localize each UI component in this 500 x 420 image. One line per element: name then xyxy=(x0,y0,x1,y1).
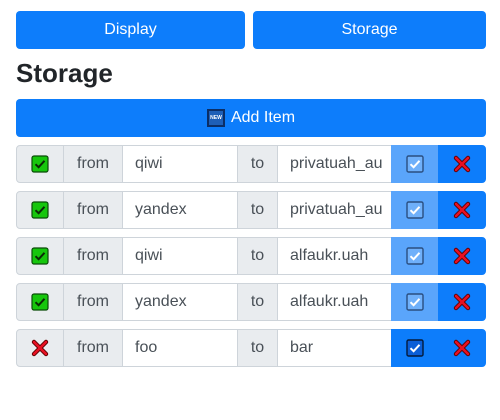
status-toggle[interactable] xyxy=(16,329,64,367)
to-field[interactable]: alfaukr.uah xyxy=(277,237,392,275)
storage-row: from yandex to alfaukr.uah xyxy=(16,283,486,321)
new-badge-icon: NEW xyxy=(206,109,225,127)
from-label: from xyxy=(63,191,123,229)
red-cross-icon xyxy=(31,339,49,357)
enable-checkbox-button[interactable] xyxy=(391,237,439,275)
enable-checkbox-button[interactable] xyxy=(391,145,439,183)
from-field[interactable]: foo xyxy=(122,329,238,367)
delete-button[interactable] xyxy=(438,237,486,275)
delete-x-icon xyxy=(453,293,471,311)
enabled-status xyxy=(31,247,49,265)
green-check-icon xyxy=(31,293,49,311)
add-item-button[interactable]: NEW Add Item xyxy=(16,99,486,137)
enable-checkbox-button[interactable] xyxy=(391,283,439,321)
checkbox-icon xyxy=(406,201,424,219)
to-field[interactable]: alfaukr.uah xyxy=(277,283,392,321)
from-label: from xyxy=(63,145,123,183)
page-title: Storage xyxy=(16,58,113,88)
tab-storage[interactable]: Storage xyxy=(253,11,486,49)
to-label: to xyxy=(237,145,278,183)
delete-button[interactable] xyxy=(438,145,486,183)
from-field[interactable]: qiwi xyxy=(122,237,238,275)
from-field[interactable]: qiwi xyxy=(122,145,238,183)
delete-x-icon xyxy=(453,201,471,219)
from-field[interactable]: yandex xyxy=(122,283,238,321)
delete-x-icon xyxy=(453,339,471,357)
storage-row: from qiwi to alfaukr.uah xyxy=(16,237,486,275)
to-field[interactable]: privatuah_au xyxy=(277,191,392,229)
delete-button[interactable] xyxy=(438,191,486,229)
from-field[interactable]: yandex xyxy=(122,191,238,229)
green-check-icon xyxy=(31,201,49,219)
add-item-label: Add Item xyxy=(230,109,296,126)
delete-button[interactable] xyxy=(438,329,486,367)
delete-button[interactable] xyxy=(438,283,486,321)
checkbox-icon xyxy=(406,155,424,173)
status-toggle[interactable] xyxy=(16,237,64,275)
delete-x-icon xyxy=(453,155,471,173)
to-label: to xyxy=(237,329,278,367)
tab-bar: Display Storage xyxy=(16,11,486,49)
storage-row: from yandex to privatuah_au xyxy=(16,191,486,229)
to-field[interactable]: privatuah_au xyxy=(277,145,392,183)
green-check-icon xyxy=(31,247,49,265)
green-check-icon xyxy=(31,155,49,173)
from-label: from xyxy=(63,283,123,321)
status-toggle[interactable] xyxy=(16,191,64,229)
storage-list: from qiwi to privatuah_au from yandex to… xyxy=(16,145,486,375)
to-field[interactable]: bar xyxy=(277,329,392,367)
disabled-status xyxy=(31,339,49,357)
tab-display[interactable]: Display xyxy=(16,11,245,49)
enable-checkbox-button[interactable] xyxy=(391,191,439,229)
to-label: to xyxy=(237,283,278,321)
to-label: to xyxy=(237,237,278,275)
to-label: to xyxy=(237,191,278,229)
delete-x-icon xyxy=(453,247,471,265)
checkbox-icon xyxy=(406,293,424,311)
status-toggle[interactable] xyxy=(16,283,64,321)
from-label: from xyxy=(63,329,123,367)
status-toggle[interactable] xyxy=(16,145,64,183)
storage-row: from qiwi to privatuah_au xyxy=(16,145,486,183)
checkbox-icon xyxy=(406,339,424,357)
enable-checkbox-button[interactable] xyxy=(391,329,439,367)
enabled-status xyxy=(31,201,49,219)
enabled-status xyxy=(31,155,49,173)
storage-row: from foo to bar xyxy=(16,329,486,367)
enabled-status xyxy=(31,293,49,311)
from-label: from xyxy=(63,237,123,275)
checkbox-icon xyxy=(406,247,424,265)
